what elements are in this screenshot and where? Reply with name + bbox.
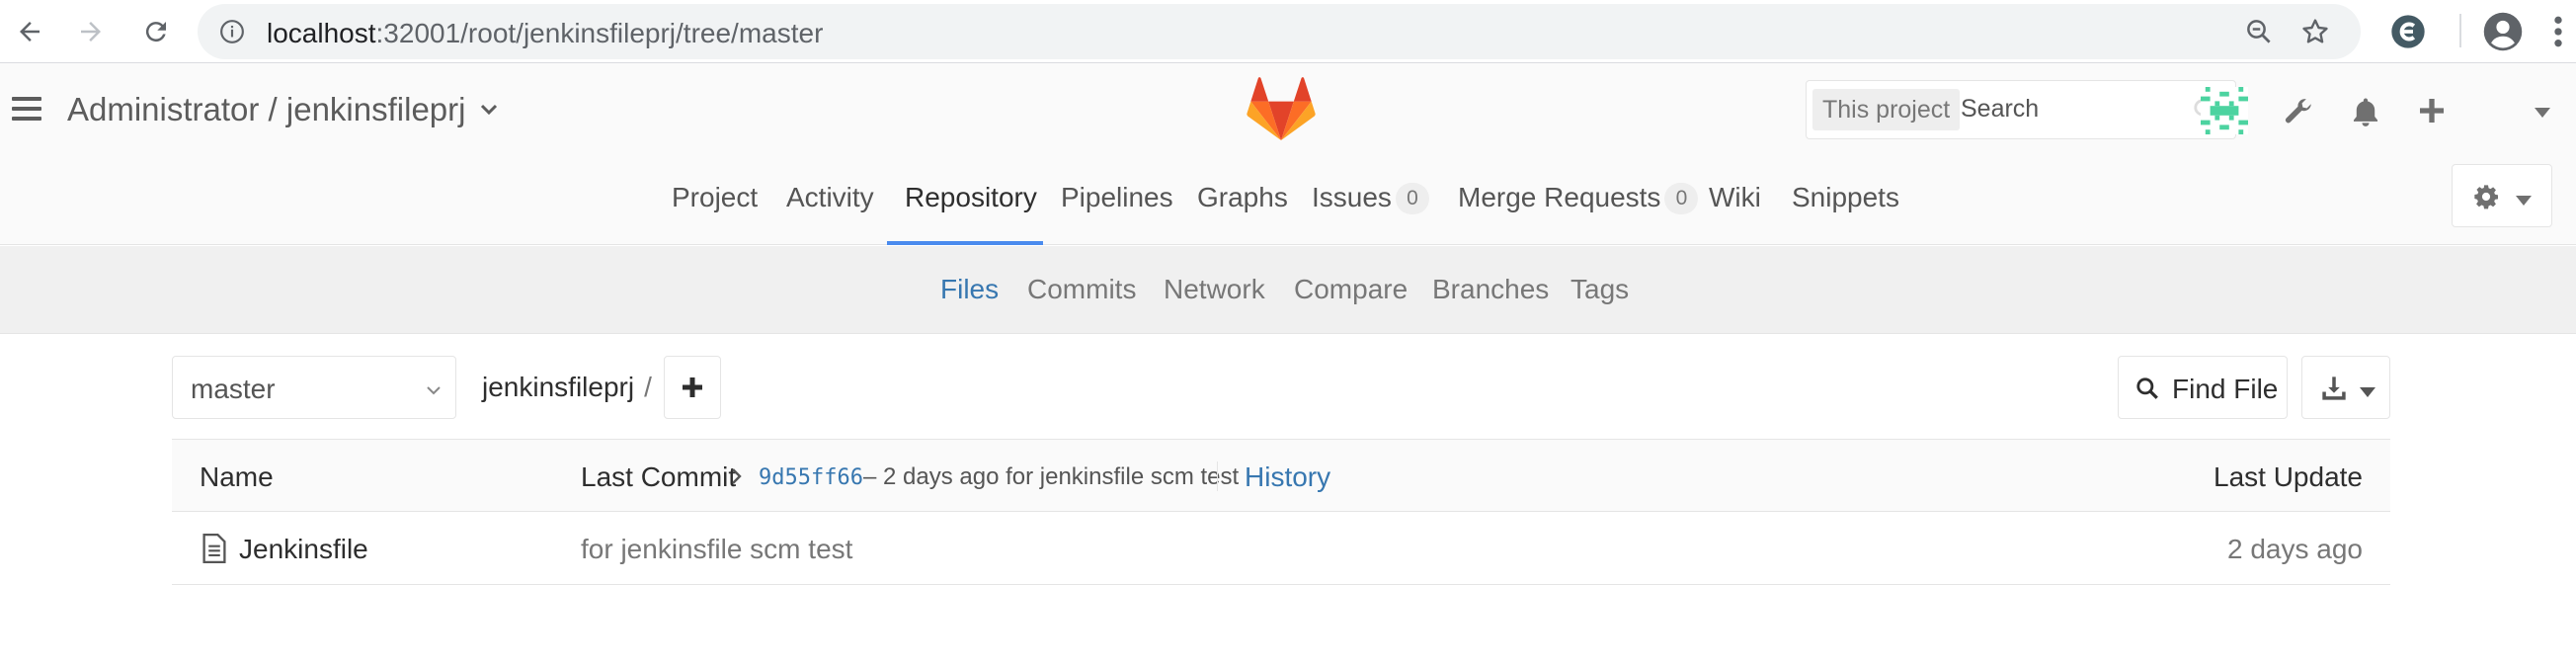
chevron-right-icon[interactable] [731, 467, 743, 490]
kebab-menu-icon[interactable] [2548, 12, 2568, 56]
toolbar-separator [2459, 14, 2461, 47]
file-last-update: 2 days ago [2227, 534, 2363, 564]
header-divider [1217, 461, 1218, 491]
search-input[interactable]: Search [1961, 95, 2039, 124]
subnav-commits[interactable]: Commits [1027, 274, 1136, 305]
search-scope-badge[interactable]: This project [1812, 89, 1961, 130]
zoom-icon[interactable] [2244, 17, 2274, 51]
table-row[interactable]: Jenkinsfile for jenkinsfile scm test 2 d… [172, 512, 2390, 585]
url-host: localhost [267, 18, 376, 48]
user-avatar[interactable] [2201, 87, 2248, 139]
caret-down-icon [2516, 193, 2532, 210]
history-link[interactable]: History [1245, 461, 1330, 493]
download-button[interactable] [2301, 356, 2390, 419]
back-arrow-icon[interactable] [10, 12, 49, 51]
file-icon [201, 534, 227, 568]
breadcrumb-separator: / [644, 372, 652, 402]
caret-down-icon[interactable] [2535, 105, 2550, 123]
issues-count-badge: 0 [1395, 183, 1429, 214]
plus-icon[interactable] [2416, 95, 2448, 131]
subnav-compare[interactable]: Compare [1294, 274, 1408, 305]
nav-snippets[interactable]: Snippets [1792, 182, 1899, 213]
project-title[interactable]: Administrator / jenkinsfileprj [67, 91, 465, 128]
nav-merge-requests[interactable]: Merge Requests 0 [1458, 182, 1699, 214]
file-tree-table: Name Last Commit 9d55ff66 – 2 days ago f… [172, 439, 2390, 585]
profile-icon[interactable] [2481, 10, 2525, 58]
subnav-network[interactable]: Network [1164, 274, 1265, 305]
hamburger-icon[interactable] [12, 97, 41, 126]
search-box[interactable]: This project Search [1806, 80, 2236, 139]
breadcrumb: jenkinsfileprj / [482, 372, 652, 403]
gitlab-header: Administrator / jenkinsfileprj This proj… [0, 63, 2576, 154]
caret-down-icon [2360, 384, 2375, 402]
find-file-label: Find File [2172, 374, 2279, 404]
nav-issues-label: Issues [1312, 182, 1392, 212]
nav-wiki[interactable]: Wiki [1709, 182, 1761, 213]
gear-icon [2472, 183, 2500, 215]
nav-merge-requests-label: Merge Requests [1458, 182, 1661, 212]
project-nav: Project Activity Repository Pipelines Gr… [0, 154, 2576, 245]
table-header: Name Last Commit 9d55ff66 – 2 days ago f… [172, 439, 2390, 512]
reload-icon[interactable] [136, 12, 176, 51]
address-bar[interactable]: localhost:32001/root/jenkinsfileprj/tree… [198, 4, 2361, 59]
browser-toolbar: localhost:32001/root/jenkinsfileprj/tree… [0, 0, 2576, 63]
gitlab-logo[interactable] [1247, 77, 1316, 147]
chevron-down-icon [426, 382, 442, 400]
subnav-branches[interactable]: Branches [1432, 274, 1549, 305]
url-path: :32001/root/jenkinsfileprj/tree/master [375, 18, 824, 48]
tree-toolbar: master jenkinsfileprj / Find File [172, 356, 2390, 419]
commit-sha-link[interactable]: 9d55ff66 [759, 465, 863, 490]
info-icon[interactable] [219, 19, 245, 49]
star-icon[interactable] [2299, 16, 2331, 52]
merge-requests-count-badge: 0 [1664, 183, 1699, 214]
nav-activity[interactable]: Activity [786, 182, 874, 213]
breadcrumb-project[interactable]: jenkinsfileprj [482, 372, 634, 402]
plus-icon [683, 377, 702, 397]
nav-graphs[interactable]: Graphs [1197, 182, 1288, 213]
repository-subnav: Files Commits Network Compare Branches T… [0, 246, 2576, 334]
nav-issues[interactable]: Issues 0 [1312, 182, 1429, 214]
branch-select-value: master [191, 374, 276, 404]
chevron-down-icon[interactable] [480, 103, 498, 121]
file-name-link[interactable]: Jenkinsfile [239, 534, 368, 565]
add-file-button[interactable] [664, 356, 721, 419]
branch-select[interactable]: master [172, 356, 456, 419]
subnav-tags[interactable]: Tags [1570, 274, 1629, 305]
nav-pipelines[interactable]: Pipelines [1061, 182, 1173, 213]
forward-arrow-icon[interactable] [71, 12, 111, 51]
project-settings-button[interactable] [2452, 164, 2552, 227]
subnav-files[interactable]: Files [940, 274, 999, 305]
file-commit-message[interactable]: for jenkinsfile scm test [581, 534, 852, 565]
nav-repository[interactable]: Repository [905, 182, 1037, 213]
col-name-header: Name [200, 461, 274, 492]
bell-icon[interactable] [2349, 95, 2382, 133]
wrench-icon[interactable] [2282, 95, 2315, 133]
active-tab-indicator [887, 241, 1043, 245]
col-last-update-header: Last Update [2214, 461, 2363, 492]
find-file-button[interactable]: Find File [2118, 356, 2288, 419]
download-icon [2320, 375, 2348, 407]
search-icon [2136, 377, 2158, 399]
last-commit-meta: – 2 days ago for jenkinsfile scm test [863, 463, 1240, 490]
nav-project[interactable]: Project [672, 182, 758, 213]
col-last-commit-header: Last Commit [581, 461, 737, 492]
url-text: localhost:32001/root/jenkinsfileprj/tree… [267, 18, 823, 49]
extension-icon[interactable] [2388, 12, 2428, 56]
